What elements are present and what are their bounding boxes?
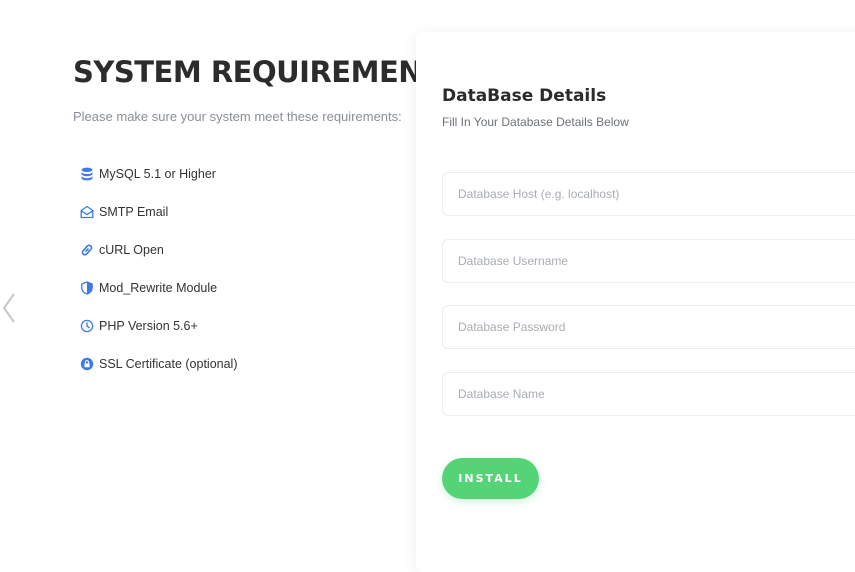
requirement-label: PHP Version 5.6+: [99, 319, 198, 333]
database-icon: [80, 167, 94, 181]
lock-icon: [80, 357, 94, 371]
install-button[interactable]: INSTALL: [442, 458, 539, 499]
shield-icon: [80, 281, 94, 295]
database-host-input[interactable]: [442, 172, 855, 216]
system-requirements-section: SYSTEM REQUIREMENTS Please make sure you…: [73, 55, 462, 383]
requirement-label: SMTP Email: [99, 205, 169, 219]
chevron-left-icon: [0, 293, 18, 330]
requirements-title: SYSTEM REQUIREMENTS: [73, 55, 462, 89]
previous-slide-arrow[interactable]: [0, 290, 18, 326]
database-title: DataBase Details: [442, 86, 607, 106]
requirement-php: PHP Version 5.6+: [80, 307, 403, 345]
requirement-mysql: MySQL 5.1 or Higher: [80, 155, 403, 193]
requirement-mod-rewrite: Mod_Rewrite Module: [80, 269, 403, 307]
requirements-subtitle: Please make sure your system meet these …: [73, 109, 402, 124]
requirements-list: MySQL 5.1 or Higher SMTP Email cURL Open: [80, 155, 403, 383]
requirement-curl: cURL Open: [80, 231, 403, 269]
database-details-card: DataBase Details Fill In Your Database D…: [416, 32, 855, 572]
database-subtitle: Fill In Your Database Details Below: [442, 115, 629, 129]
requirement-smtp: SMTP Email: [80, 193, 403, 231]
clock-icon: [80, 319, 94, 333]
requirement-label: Mod_Rewrite Module: [99, 281, 218, 295]
database-username-input[interactable]: [442, 239, 855, 283]
requirement-label: cURL Open: [99, 243, 164, 257]
database-name-input[interactable]: [442, 372, 855, 416]
requirement-ssl: SSL Certificate (optional): [80, 345, 403, 383]
link-icon: [80, 243, 94, 257]
requirement-label: SSL Certificate (optional): [99, 357, 238, 371]
requirement-label: MySQL 5.1 or Higher: [99, 167, 216, 181]
envelope-open-icon: [80, 205, 94, 219]
database-password-input[interactable]: [442, 305, 855, 349]
